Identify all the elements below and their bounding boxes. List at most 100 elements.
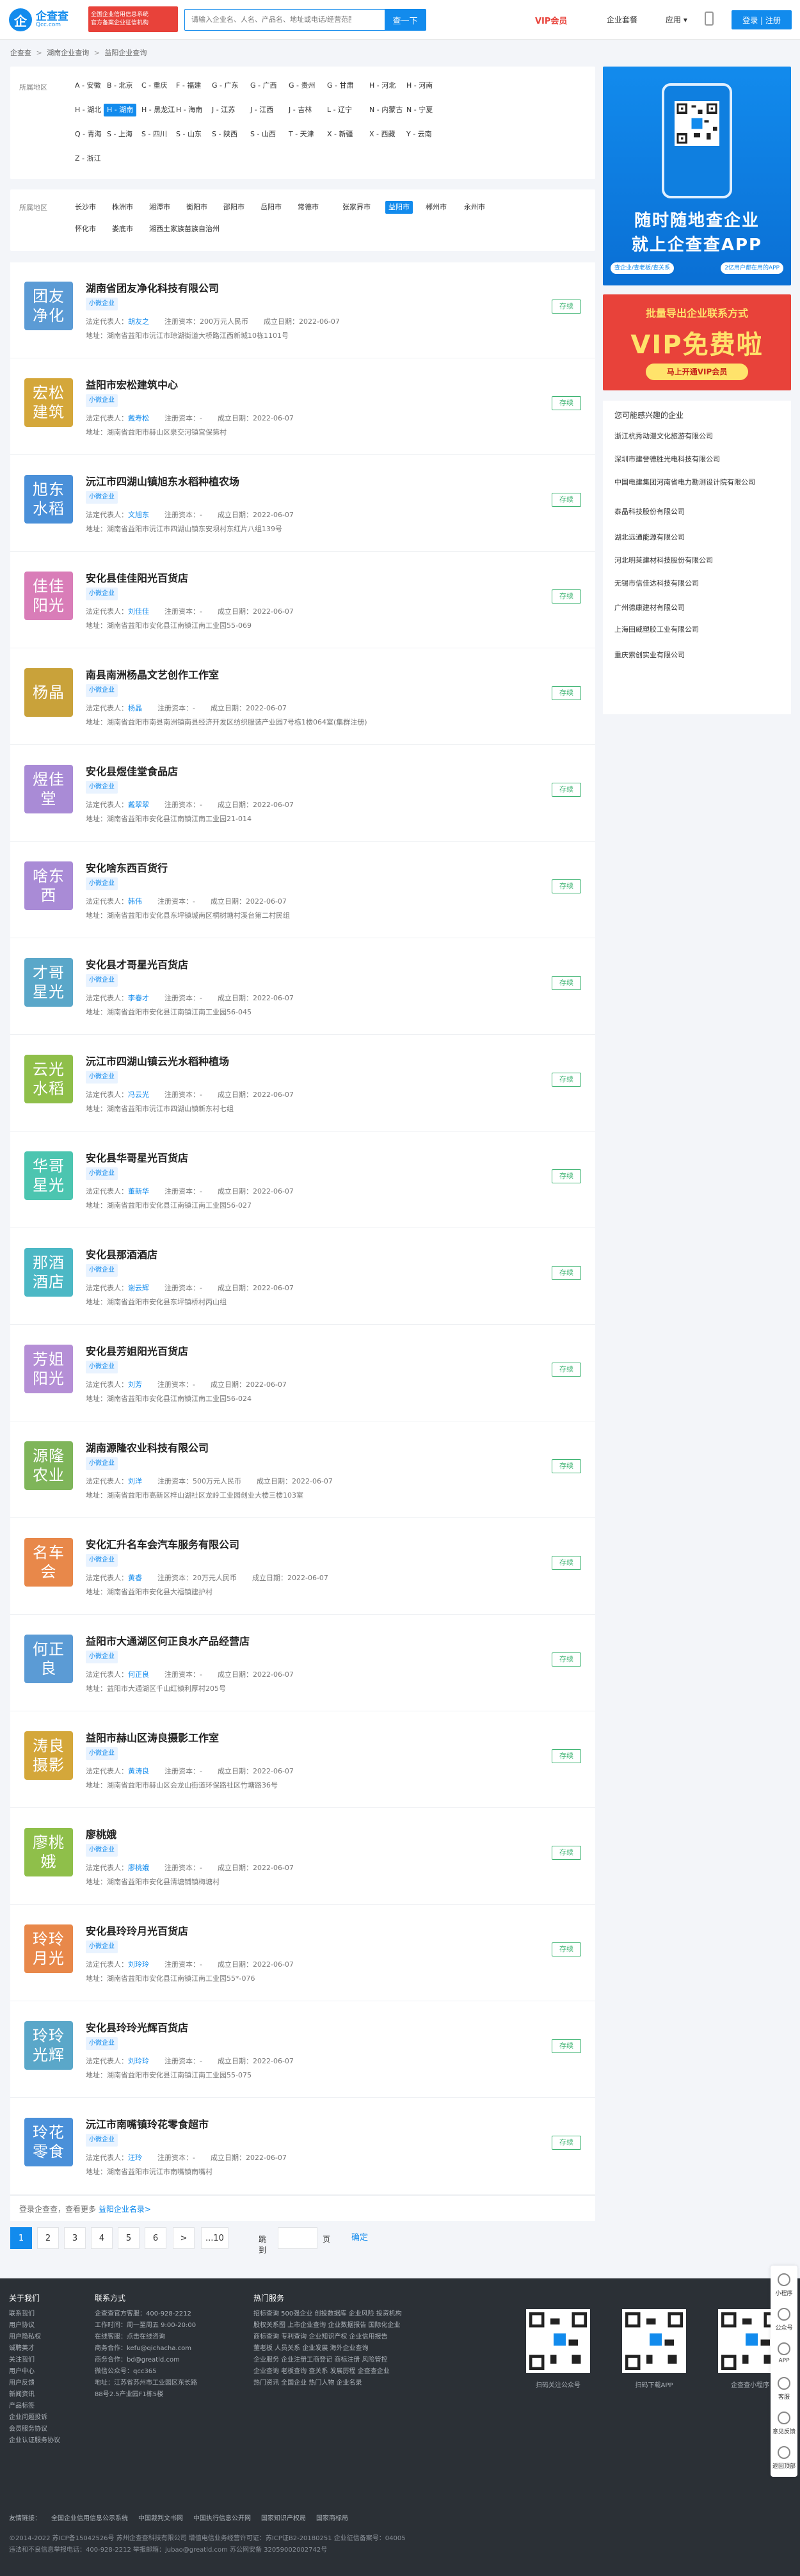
legal-rep-link[interactable]: 黄睿 [128,1574,142,1582]
footer-service-row[interactable]: 商标查询 专利查询 企业知识产权 企业信用报告 [253,2331,388,2340]
city-tag[interactable]: 邵阳市 [220,201,248,214]
footer-about-link[interactable]: 关注我们 [9,2354,35,2364]
vip-link[interactable]: VIP会员 [535,14,567,26]
friend-link[interactable]: 中国执行信息公开网 [193,2515,251,2522]
province-tag[interactable]: H - 黑龙江 [138,104,178,116]
side-tool-button[interactable]: 小程序 [771,2268,797,2301]
city-tag[interactable]: 岳阳市 [257,201,285,214]
city-tag[interactable]: 郴州市 [422,201,450,214]
province-tag[interactable]: G - 广西 [247,79,280,92]
company-row[interactable]: 旭东水稻 沅江市四湖山镇旭东水稻种植农场 小微企业 法定代表人：文旭东 注册资本：- 成立… [10,456,595,552]
search-button[interactable]: 查一下 [385,10,426,30]
recommended-company[interactable]: 无锡市信佳达科技有限公司 [614,579,787,588]
login-button[interactable]: 登录 | 注册 [732,10,792,29]
vip-open-button[interactable]: 马上开通VIP会员 [646,364,748,380]
company-name[interactable]: 安化县那酒酒店 [86,1246,157,1261]
company-name[interactable]: 安化县煜佳堂食品店 [86,763,178,778]
legal-rep-link[interactable]: 谢云辉 [128,1284,149,1292]
legal-rep-link[interactable]: 刘玲玲 [128,2057,149,2065]
company-name[interactable]: 沅江市四湖山镇云光水稻种植场 [86,1053,229,1068]
recommended-company[interactable]: 浙江杭秀动漫文化旅游有限公司 [614,431,787,441]
vip-promo-card[interactable]: 批量导出企业联系方式 VIP免费啦 马上开通VIP会员 [603,294,791,390]
province-tag[interactable]: J - 吉林 [285,104,315,116]
province-tag[interactable]: G - 贵州 [285,79,319,92]
legal-rep-link[interactable]: 汪玲 [128,2154,142,2162]
company-row[interactable]: 才哥星光 安化县才哥星光百货店 小微企业 法定代表人：李春才 注册资本：- 成立日期：20… [10,939,595,1035]
recommended-company[interactable]: 中国电建集团河南省电力勘测设计院有限公司 [614,477,787,487]
legal-rep-link[interactable]: 刘玲玲 [128,1960,149,1969]
company-row[interactable]: 名车会 安化汇升名车会汽车服务有限公司 小微企业 法定代表人：黄睿 注册资本：20万元人… [10,1519,595,1615]
company-row[interactable]: 云光水稻 沅江市四湖山镇云光水稻种植场 小微企业 法定代表人：冯云光 注册资本：- 成立日… [10,1036,595,1132]
footer-service-row[interactable]: 招标查询 500强企业 创投数据库 企业风险 投资机构 [253,2308,402,2317]
mobile-icon[interactable] [705,12,714,26]
province-tag[interactable]: S - 山西 [247,128,279,141]
province-tag[interactable]: L - 辽宁 [324,104,355,116]
company-name[interactable]: 安化啥东西百货行 [86,860,168,875]
legal-rep-link[interactable]: 刘洋 [128,1477,142,1485]
company-name[interactable]: 安化县玲玲月光百货店 [86,1923,188,1938]
page-button[interactable]: 2 [37,2227,59,2249]
city-tag[interactable]: 常德市 [294,201,322,214]
province-tag[interactable]: B - 北京 [104,79,136,92]
footer-about-link[interactable]: 联系我们 [9,2308,35,2317]
company-row[interactable]: 宏松建筑 益阳市宏松建筑中心 小微企业 法定代表人：戴寿松 注册资本：- 成立日期：202… [10,359,595,455]
company-name[interactable]: 安化县玲玲光辉百货店 [86,2019,188,2035]
company-name[interactable]: 安化县华哥星光百货店 [86,1149,188,1165]
footer-about-link[interactable]: 用户协议 [9,2319,35,2329]
company-row[interactable]: 玲玲光辉 安化县玲玲光辉百货店 小微企业 法定代表人：刘玲玲 注册资本：- 成立日期：20… [10,2002,595,2098]
goto-page-input[interactable] [278,2227,317,2249]
company-row[interactable]: 啥东西 安化啥东西百货行 小微企业 法定代表人：韩伟 注册资本：- 成立日期：2022-0… [10,842,595,938]
province-tag[interactable]: G - 甘肃 [324,79,357,92]
company-row[interactable]: 那酒酒店 安化县那酒酒店 小微企业 法定代表人：谢云辉 注册资本：- 成立日期：2022-… [10,1229,595,1325]
legal-rep-link[interactable]: 黄涛良 [128,1767,149,1775]
recommended-company[interactable]: 上海田威塑胶工业有限公司 [614,625,787,634]
province-tag[interactable]: X - 西藏 [366,128,399,141]
province-tag[interactable]: T - 天津 [285,128,317,141]
province-tag[interactable]: S - 山东 [173,128,205,141]
footer-about-link[interactable]: 用户中心 [9,2365,35,2375]
company-name[interactable]: 沅江市四湖山镇旭东水稻种植农场 [86,473,239,488]
city-tag[interactable]: 怀化市 [72,223,99,236]
company-row[interactable]: 玲花零食 沅江市南嘴镇玲花零食超市 小微企业 法定代表人：汪玲 注册资本：- 成立日期：2… [10,2099,595,2195]
province-tag[interactable]: N - 内蒙古 [366,104,406,116]
legal-rep-link[interactable]: 廖桃娥 [128,1864,149,1872]
page-button[interactable]: 5 [118,2227,140,2249]
page-button[interactable]: 1 [10,2227,32,2249]
recommended-company[interactable]: 河北明莱建材科技股份有限公司 [614,556,787,565]
footer-service-row[interactable]: 股权关系图 上市企业查询 企业数据报告 国际化企业 [253,2319,401,2329]
company-row[interactable]: 煜佳堂 安化县煜佳堂食品店 小微企业 法定代表人：戴翠翠 注册资本：- 成立日期：2022… [10,746,595,842]
logo[interactable]: 企 企查查 Qcc.com [9,8,86,32]
side-tool-button[interactable]: 客服 [771,2372,797,2405]
company-name[interactable]: 安化县才哥星光百货店 [86,956,188,972]
city-tag[interactable]: 株洲市 [109,201,136,214]
city-tag[interactable]: 永州市 [461,201,488,214]
side-tool-button[interactable]: 意见反馈 [771,2406,797,2440]
recommended-company[interactable]: 湖北远通能源有限公司 [614,532,787,542]
company-row[interactable]: 涛良摄影 益阳市赫山区涛良摄影工作室 小微企业 法定代表人：黄涛良 注册资本：- 成立日期… [10,1712,595,1808]
footer-about-link[interactable]: 用户反馈 [9,2377,35,2387]
city-tag[interactable]: 长沙市 [72,201,99,214]
friend-link[interactable]: 全国企业信用信息公示系统 [51,2515,128,2522]
page-button[interactable]: 4 [91,2227,113,2249]
footer-service-row[interactable]: 热门资讯 全国企业 热门人物 企业名录 [253,2377,362,2387]
legal-rep-link[interactable]: 董新华 [128,1187,149,1196]
province-tag[interactable]: S - 上海 [104,128,136,141]
city-tag[interactable]: 衡阳市 [183,201,211,214]
legal-rep-link[interactable]: 胡友之 [128,317,149,326]
page-button[interactable]: > [173,2227,195,2249]
province-tag[interactable]: A - 安徽 [72,79,104,92]
recommended-company[interactable]: 广州德康建材有限公司 [614,603,787,612]
company-name[interactable]: 益阳市大通湖区何正良水产品经营店 [86,1633,250,1648]
footer-service-row[interactable]: 企业查询 老板查询 查关系 发展历程 企查查企业 [253,2365,390,2375]
city-tag[interactable]: 益阳市 [385,201,413,214]
company-name[interactable]: 安化县佳佳阳光百货店 [86,570,188,585]
province-tag[interactable]: H - 河南 [403,79,436,92]
side-tool-button[interactable]: 公众号 [771,2303,797,2336]
page-button[interactable]: ...10 [201,2227,228,2249]
footer-about-link[interactable]: 产品标签 [9,2400,35,2410]
page-button[interactable]: 6 [145,2227,166,2249]
side-tool-button[interactable]: 返回顶部 [771,2441,797,2474]
company-row[interactable]: 玲玲月光 安化县玲玲月光百货店 小微企业 法定代表人：刘玲玲 注册资本：- 成立日期：20… [10,1905,595,2001]
company-name[interactable]: 湖南省团友净化科技有限公司 [86,280,219,295]
city-tag[interactable]: 张家界市 [339,201,374,214]
